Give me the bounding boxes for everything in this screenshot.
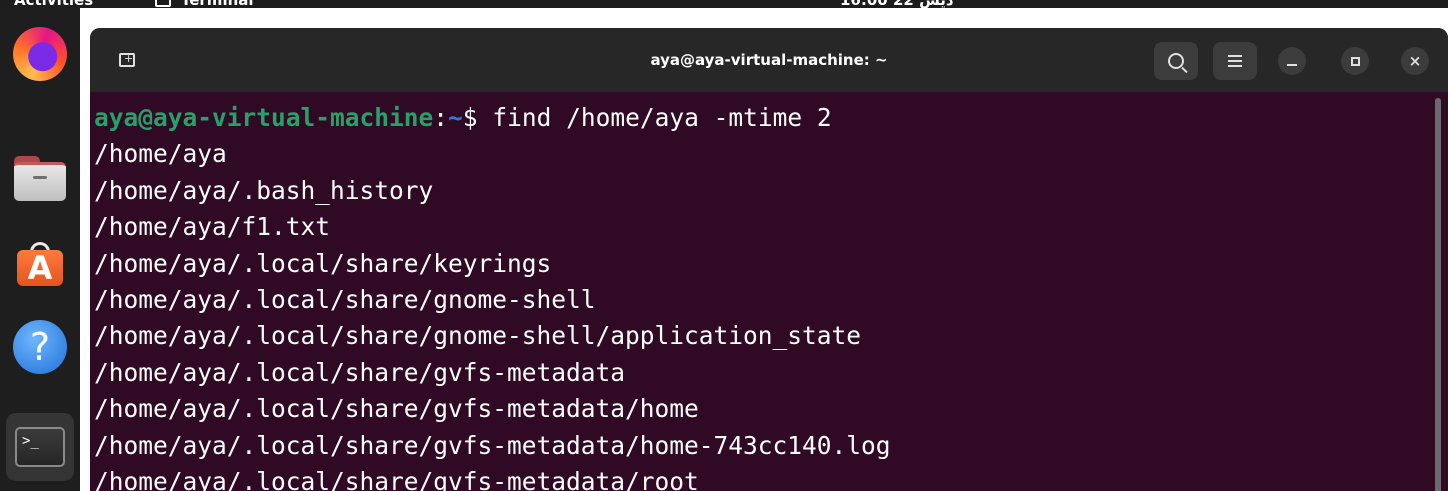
new-tab-glyph: +: [124, 52, 134, 65]
clock[interactable]: ديس 22 16:00: [840, 0, 954, 8]
dock-item-help[interactable]: ?: [6, 313, 74, 381]
terminal-app-icon: [155, 0, 171, 7]
dock-item-terminal[interactable]: >_: [6, 413, 74, 481]
output-line: /home/aya/.local/share/gvfs-metadata/roo…: [94, 467, 699, 491]
output-line: /home/aya/.local/share/gnome-shell/appli…: [94, 321, 862, 351]
terminal-icon: >_: [15, 427, 65, 467]
maximize-icon: [1350, 56, 1360, 66]
output-line: /home/aya/.local/share/gvfs-metadata: [94, 357, 626, 387]
close-button[interactable]: ×: [1401, 47, 1429, 75]
app-menu-label: Terminal: [181, 0, 254, 8]
close-icon: ×: [1408, 51, 1422, 70]
prompt-separator: :: [433, 103, 449, 132]
header-bar: aya@aya-virtual-machine: ~ + ×: [90, 28, 1448, 92]
output-line: /home/aya/.local/share/gnome-shell: [94, 285, 596, 315]
dock: A ? >_: [0, 8, 80, 491]
minimize-button[interactable]: [1278, 47, 1306, 75]
output-line: /home/aya/f1.txt: [94, 212, 331, 242]
files-icon: [14, 156, 66, 201]
app-menu[interactable]: Terminal: [155, 0, 254, 8]
firefox-icon: [13, 27, 67, 81]
search-button[interactable]: [1154, 42, 1198, 80]
activities-button[interactable]: Activities: [14, 0, 93, 8]
prompt-path: ~: [448, 103, 463, 132]
menu-button[interactable]: [1213, 42, 1257, 80]
output-line: /home/aya/.local/share/gvfs-metadata/hom…: [94, 394, 699, 424]
output-line: /home/aya/.local/share/keyrings: [94, 248, 552, 278]
new-tab-button[interactable]: +: [108, 42, 146, 78]
prompt-symbol: $: [462, 103, 493, 132]
prompt-user: aya@aya-virtual-machine: [94, 103, 434, 132]
minimize-icon: [1287, 64, 1297, 66]
scrollbar[interactable]: [1435, 98, 1441, 491]
dock-item-firefox[interactable]: [6, 20, 74, 88]
output-line: /home/aya: [94, 139, 227, 169]
terminal-window: aya@aya-virtual-machine: ~ + × aya@aya-v…: [90, 28, 1448, 491]
terminal-output[interactable]: aya@aya-virtual-machine:~$ find /home/ay…: [90, 92, 1430, 491]
hamburger-icon: [1228, 52, 1242, 70]
help-icon: ?: [13, 320, 67, 374]
command-line: aya@aya-virtual-machine:~$ find /home/ay…: [94, 100, 1430, 136]
new-tab-icon: +: [119, 52, 135, 67]
dock-item-files[interactable]: [6, 143, 74, 211]
output-line: /home/aya/.local/share/gvfs-metadata/hom…: [94, 430, 891, 460]
dock-item-software[interactable]: A: [6, 230, 74, 298]
command-text: find /home/aya -mtime 2: [492, 103, 832, 132]
search-icon: [1168, 53, 1184, 69]
output-line: /home/aya/.bash_history: [94, 175, 434, 205]
maximize-button[interactable]: [1341, 47, 1369, 75]
software-icon: A: [17, 242, 63, 286]
top-bar: Activities Terminal ديس 22 16:00: [0, 0, 1448, 8]
